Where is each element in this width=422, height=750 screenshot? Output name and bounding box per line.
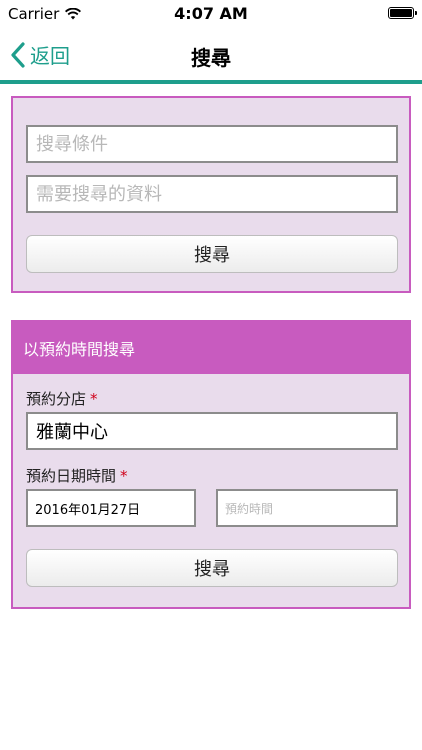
battery-icon — [388, 7, 417, 19]
branch-label: 預約分店 * — [26, 388, 98, 409]
time-picker[interactable]: 預約時間 — [216, 489, 398, 527]
date-picker[interactable]: 2016年01月27日 — [26, 489, 196, 527]
booking-search-button[interactable]: 搜尋 — [26, 549, 398, 587]
search-condition-input[interactable] — [26, 125, 398, 163]
status-time: 4:07 AM — [174, 4, 248, 23]
page-title: 搜尋 — [191, 46, 231, 70]
keyword-search-panel: 搜尋 — [11, 96, 411, 293]
time-placeholder: 預約時間 — [225, 501, 274, 516]
status-bar: Carrier 4:07 AM — [0, 0, 422, 28]
navigation-bar: 返回 搜尋 — [0, 28, 422, 80]
nav-divider — [0, 80, 422, 84]
keyword-search-button[interactable]: 搜尋 — [26, 235, 398, 273]
search-keyword-input[interactable] — [26, 175, 398, 213]
datetime-label-text: 預約日期時間 — [26, 467, 117, 485]
branch-label-text: 預約分店 — [26, 390, 87, 408]
branch-required-mark: * — [90, 390, 98, 408]
datetime-label: 預約日期時間 * — [26, 465, 128, 486]
date-value: 2016年01月27日 — [35, 502, 141, 518]
branch-value: 雅蘭中心 — [36, 422, 108, 443]
datetime-required-mark: * — [120, 467, 128, 485]
booking-search-panel: 以預約時間搜尋 預約分店 * 雅蘭中心 預約日期時間 * 2016年01月27日 預… — [11, 320, 411, 609]
branch-select[interactable]: 雅蘭中心 — [26, 412, 398, 450]
booking-panel-header: 以預約時間搜尋 — [13, 322, 409, 374]
